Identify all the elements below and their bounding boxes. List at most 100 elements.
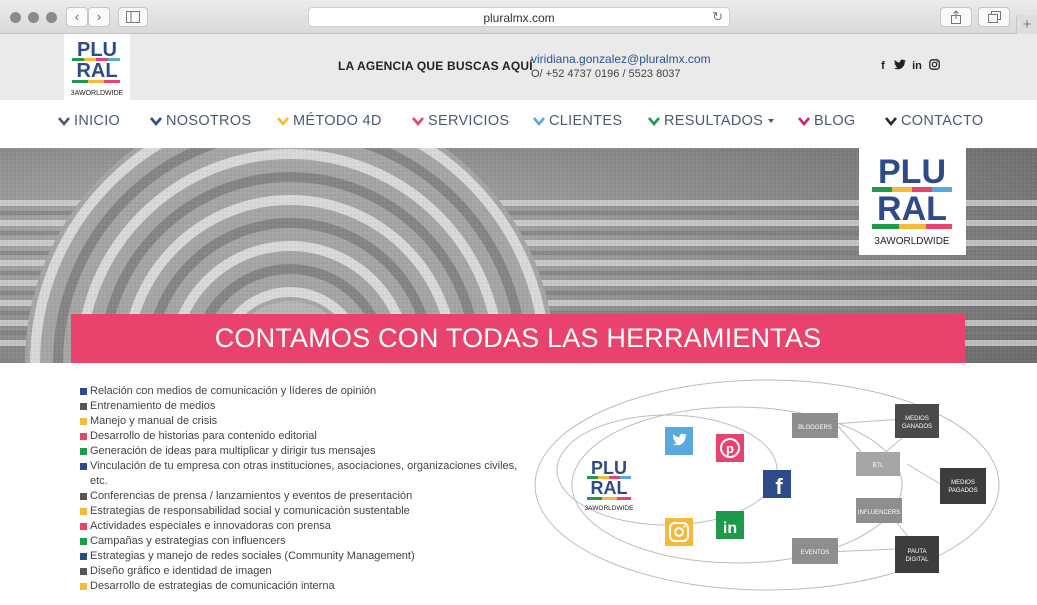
facebook-icon: f [763,470,791,499]
nav-item-label: NOSOTROS [166,113,252,129]
svg-text:f: f [775,474,783,499]
svg-text:3AWORLDWIDE: 3AWORLDWIDE [874,236,950,247]
svg-text:MEDIOS: MEDIOS [951,480,975,486]
close-window-button[interactable] [10,12,21,23]
chevron-down-icon [412,117,424,127]
service-list-item: Vinculación de tu empresa con otras inst… [80,459,520,489]
service-text: Desarrollo de estrategias de comunicació… [90,580,335,592]
svg-text:3AWORLDWIDE: 3AWORLDWIDE [71,90,124,97]
twitter-icon [665,427,693,455]
chevron-down-icon [150,117,162,127]
nav-item-label: RESULTADOS [664,113,764,129]
nav-item-label: INICIO [74,113,121,129]
chevron-down-icon [277,117,289,127]
linkedin-icon[interactable]: in [910,59,924,73]
nav-item-servicios[interactable]: SERVICIOS [412,111,509,131]
bullet-square-icon [80,553,87,560]
diagram-logo: PLU RAL 3AWORLDWIDE [585,458,635,512]
service-text: Desarrollo de historias para contenido e… [90,430,317,442]
bullet-square-icon [80,508,87,515]
influencers-box: INFLUENCERS [856,498,902,523]
service-list-item: Entrenamiento de medios [80,399,520,414]
sidebar-toggle-button[interactable] [118,7,148,27]
nav-item-inicio[interactable]: INICIO [58,111,120,131]
bullet-square-icon [80,583,87,590]
service-text: Campañas y estrategias con influencers [90,535,286,547]
service-list-item: Relación con medios de comunicación y lí… [80,384,520,399]
service-list-item: Conferencias de prensa / lanzamientos y … [80,489,520,504]
service-list-item: Diseño gráfico e identidad de imagen [80,564,520,579]
svg-text:PLU: PLU [591,458,627,478]
bullet-square-icon [80,568,87,575]
svg-text:p: p [726,441,734,456]
svg-text:INFLUENCERS: INFLUENCERS [858,510,900,516]
reload-icon[interactable]: ↻ [712,9,723,25]
twitter-icon[interactable] [893,59,907,73]
svg-text:EVENTOS: EVENTOS [801,550,830,556]
new-tab-button[interactable]: + [1016,15,1037,34]
service-text: Actividades especiales e innovadoras con… [90,520,331,532]
service-list-item: Estrategias de responsabilidad social y … [80,504,520,519]
share-icon [951,10,961,24]
services-list: Relación con medios de comunicación y lí… [80,384,520,594]
sidebar-icon [126,11,140,23]
eventos-box: EVENTOS [792,538,838,564]
share-button[interactable] [940,7,972,27]
nav-item-resultados[interactable]: RESULTADOS [648,111,775,131]
svg-text:GANADOS: GANADOS [902,424,932,430]
nav-item-label: CLIENTES [549,113,623,129]
service-text: Manejo y manual de crisis [90,415,218,427]
nav-item-label: CONTACTO [901,113,984,129]
service-list-item: Actividades especiales e innovadoras con… [80,519,520,534]
chevron-right-icon: › [96,9,102,24]
svg-text:MEDIOS: MEDIOS [905,416,929,422]
nav-item-clientes[interactable]: CLIENTES [533,111,622,131]
forward-button[interactable]: › [88,7,110,27]
bullet-square-icon [80,403,87,410]
facebook-icon[interactable]: f [876,59,890,73]
bullet-square-icon [80,538,87,545]
chevron-down-icon [58,117,70,127]
service-list-item: Estrategias y manejo de redes sociales (… [80,549,520,564]
service-list-item: Desarrollo de estrategias de comunicació… [80,579,520,594]
browser-toolbar: ‹ › pluralmx.com ↻ [0,0,1037,34]
hero-logo: PLU RAL 3AWORLDWIDE [859,148,966,255]
contact-email-link[interactable]: viridiana.gonzalez@pluralmx.com [531,52,711,66]
svg-text:RAL: RAL [76,60,117,82]
chevron-left-icon: ‹ [74,9,80,24]
back-button[interactable]: ‹ [66,7,88,27]
chevron-down-icon [798,117,810,127]
instagram-icon[interactable] [927,59,941,73]
address-bar[interactable]: pluralmx.com ↻ [308,7,730,27]
nav-item-label: MÉTODO 4D [293,113,382,129]
service-text: Diseño gráfico e identidad de imagen [90,565,272,577]
linkedin-icon: in [716,511,744,539]
contact-phone: O/ +52 4737 0196 / 5523 8037 [531,68,681,80]
nav-item-contacto[interactable]: CONTACTO [885,111,983,131]
nav-item-nosotros[interactable]: NOSOTROS [150,111,251,131]
hero-banner-title: CONTAMOS CON TODAS LAS HERRAMIENTAS [214,323,822,353]
chevron-down-icon [885,117,897,127]
hero-banner: CONTAMOS CON TODAS LAS HERRAMIENTAS [71,314,965,363]
bullet-square-icon [80,523,87,530]
svg-text:in: in [723,520,737,537]
svg-text:3AWORLDWIDE: 3AWORLDWIDE [585,505,635,512]
bullet-square-icon [80,418,87,425]
nav-item-m-todo-4d[interactable]: MÉTODO 4D [277,111,382,131]
tabs-icon [987,11,1001,23]
site-logo[interactable]: PLU RAL 3AWORLDWIDE [64,34,130,100]
nav-item-blog[interactable]: BLOG [798,111,856,131]
minimize-window-button[interactable] [28,12,39,23]
svg-text:PAUTA: PAUTA [907,549,926,555]
service-text: Relación con medios de comunicación y lí… [90,385,377,397]
bullet-square-icon [80,388,87,395]
zoom-window-button[interactable] [46,12,57,23]
header-tagline: LA AGENCIA QUE BUSCAS AQUÍ [338,59,533,73]
svg-text:PLU: PLU [77,39,117,61]
tabs-overview-button[interactable] [978,7,1010,27]
medios-pagados-box: MEDIOS PAGADOS [940,468,986,504]
svg-text:BLOGGERS: BLOGGERS [798,425,832,431]
service-text: Entrenamiento de medios [90,400,216,412]
plus-icon: + [1022,16,1032,33]
svg-text:BTL: BTL [872,463,884,469]
